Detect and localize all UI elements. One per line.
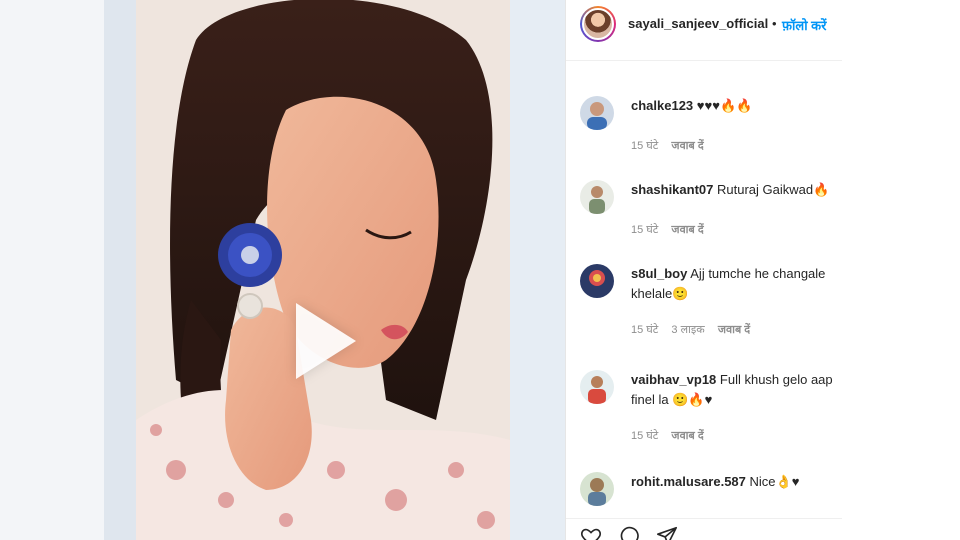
post-video[interactable] — [136, 0, 510, 540]
commenter-avatar[interactable] — [580, 472, 614, 506]
comment-icon[interactable] — [618, 525, 640, 540]
comment-likes[interactable]: 3 लाइक — [671, 324, 704, 336]
page-background-edge — [104, 0, 136, 540]
play-button[interactable] — [296, 303, 356, 379]
share-icon[interactable] — [656, 525, 678, 540]
video-frame-illustration — [136, 0, 510, 540]
commenter-username[interactable]: vaibhav_vp18 — [631, 372, 716, 387]
comment-text: vaibhav_vp18 Full khush gelo aap finel l… — [631, 370, 841, 410]
comments-panel[interactable]: sayali_sanjeev_official • फ़ॉलो करें cha… — [565, 0, 843, 540]
post-actions-bar — [566, 518, 843, 540]
comment-text: shashikant07 Ruturaj Gaikwad🔥 — [631, 180, 841, 200]
page-background-left — [0, 0, 104, 540]
page-background-middle — [510, 0, 565, 540]
comment-meta: 15 घंटे जवाब दें — [631, 222, 714, 237]
comment-text: s8ul_boy Ajj tumche he changale khelale🙂 — [631, 264, 841, 304]
comment-time[interactable]: 15 घंटे — [631, 224, 658, 236]
follow-button[interactable]: फ़ॉलो करें — [782, 16, 826, 34]
commenter-username[interactable]: rohit.malusare.587 — [631, 474, 746, 489]
reply-button[interactable]: जवाब दें — [671, 430, 703, 442]
author-username[interactable]: sayali_sanjeev_official — [628, 16, 768, 31]
commenter-avatar[interactable] — [580, 264, 614, 298]
comment-meta: 15 घंटे 3 लाइक जवाब दें — [631, 322, 760, 337]
avatar-image — [580, 180, 614, 214]
comment-text: rohit.malusare.587 Nice👌♥ — [631, 472, 841, 492]
comment-text: chalke123 ♥♥♥🔥🔥 — [631, 96, 841, 116]
page-background-right — [842, 0, 960, 540]
avatar-image — [580, 96, 614, 130]
comment-time[interactable]: 15 घंटे — [631, 430, 658, 442]
reply-button[interactable]: जवाब दें — [718, 324, 750, 336]
comment-time[interactable]: 15 घंटे — [631, 324, 658, 336]
author-avatar[interactable] — [580, 6, 616, 42]
commenter-username[interactable]: shashikant07 — [631, 182, 713, 197]
heart-icon[interactable] — [580, 525, 602, 540]
avatar-image — [580, 370, 614, 404]
comment-time[interactable]: 15 घंटे — [631, 140, 658, 152]
comment-body: ♥♥♥🔥🔥 — [696, 98, 753, 113]
commenter-avatar[interactable] — [580, 370, 614, 404]
reply-button[interactable]: जवाब दें — [671, 140, 703, 152]
commenter-avatar[interactable] — [580, 180, 614, 214]
commenter-username[interactable]: s8ul_boy — [631, 266, 687, 281]
commenter-avatar[interactable] — [580, 96, 614, 130]
follow-separator: • — [772, 16, 777, 31]
post-header: sayali_sanjeev_official • फ़ॉलो करें — [566, 0, 843, 61]
avatar-image — [580, 264, 614, 298]
comment-body: Nice👌♥ — [749, 474, 800, 489]
comment-meta: 15 घंटे जवाब दें — [631, 428, 714, 443]
commenter-username[interactable]: chalke123 — [631, 98, 693, 113]
comment-meta: 15 घंटे जवाब दें — [631, 138, 714, 153]
reply-button[interactable]: जवाब दें — [671, 224, 703, 236]
avatar-image — [580, 472, 614, 506]
comment-body: Ruturaj Gaikwad🔥 — [717, 182, 830, 197]
